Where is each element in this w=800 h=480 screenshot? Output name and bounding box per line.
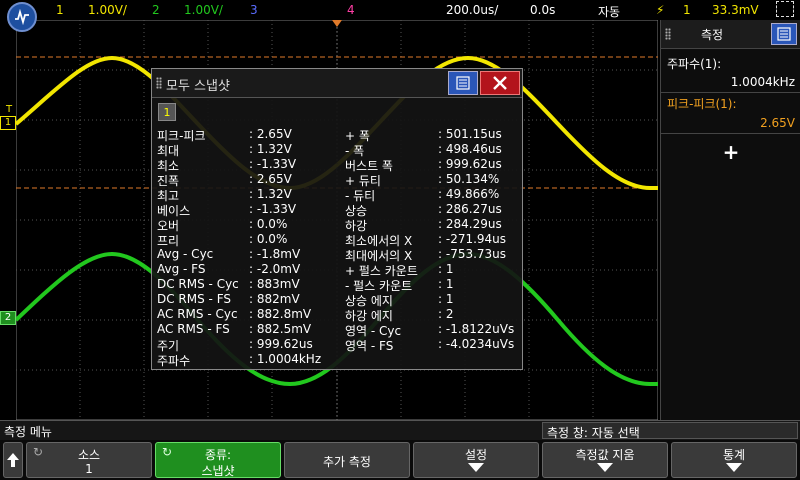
measurement-value: : -271.94us [438,232,507,246]
measurement-value: : 999.62us [249,337,313,351]
add-measurement-button[interactable]: + [719,140,743,164]
trigger-icon: ⚡ [656,3,665,17]
panel-title: 측정 [701,28,724,42]
measurement-value: : 883mV [249,277,300,291]
trigger-level-marker[interactable]: T [6,104,16,116]
measurement-name: DC RMS - Cyc [157,277,239,291]
measurement-value: : 1 [438,262,454,276]
measurement-value: : 1.32V [249,187,292,201]
ch2-ground-marker[interactable]: 2 [0,311,16,325]
measurement-value: : 501.15us [438,127,502,141]
trigger-level[interactable]: 33.3mV [712,3,759,17]
measurement-value: : -1.8mV [249,247,301,261]
measurements-left-column: 피크-피크: 2.65V 최대: 1.32V 최소: -1.33V 진폭: 2.65V… [157,127,347,368]
timebase[interactable]: 200.0us/ [446,3,498,17]
dialog-title: 모두 스냅샷 [166,79,230,94]
measurement-value: : 50.134% [438,172,500,186]
measurement-value: : 2.65V [249,127,292,141]
measurement-value: : 2.65V [249,172,292,186]
measurement-value: : 49.866% [438,187,500,201]
delay[interactable]: 0.0s [530,3,555,17]
measurement-value: : 1.0004kHz [249,352,322,366]
ch1-number[interactable]: 1 [56,3,64,17]
measurement-value: : 0.0% [249,217,288,231]
measurement-value: : 284.29us [438,217,502,231]
measurement-value: : 286.27us [438,202,502,216]
statistics-softkey[interactable]: 통계 [671,442,797,478]
measurement-value: : 882.5mV [249,322,312,336]
menu-bar: 측정 메뉴 측정 창: 자동 선택 [0,420,800,441]
ch3-number[interactable]: 3 [250,3,258,17]
measurement-panel: 측정 주파수(1): 1.0004kHz 피크-피크(1): 2.65V + [660,20,800,420]
trigger-mode[interactable]: 자동 [598,3,620,20]
drag-handle-icon[interactable] [156,77,162,89]
measurement-value: : 882mV [249,292,300,306]
add-measurement-softkey[interactable]: 추가 측정 [284,442,410,478]
dialog-menu-button[interactable] [448,71,478,95]
source-softkey[interactable]: ↻ 소스 1 [26,442,152,478]
menu-title: 측정 메뉴 [4,425,52,439]
screen-select-icon[interactable] [776,1,794,17]
clear-measurements-softkey[interactable]: 측정값 지움 [542,442,668,478]
measurement-name: 영역 - FS [345,339,394,353]
submenu-arrow-icon [597,463,613,472]
waveform-icon [15,9,29,25]
panel-menu-button[interactable] [771,23,797,45]
measurement-value: : -1.8122uVs [438,322,515,336]
snapshot-dialog: 모두 스냅샷 1 피크-피크: 2.65V 최대: 1.32V 최소: -1.33V… [151,68,523,370]
main-menu-button[interactable] [7,2,37,32]
measurement-name: DC RMS - FS [157,292,232,306]
measurement-name: Avg - FS [157,262,206,276]
status-bar: 1 1.00V/ 2 1.00V/ 3 4 200.0us/ 0.0s 자동 ⚡… [0,0,800,20]
measurement-value: : -4.0234uVs [438,337,515,351]
ch2-scale[interactable]: 1.00V/ [184,3,223,17]
measurement-value: : -1.33V [249,157,297,171]
measurement-name: AC RMS - Cyc [157,307,238,321]
measurement-value: : 2 [438,307,454,321]
trigger-source[interactable]: 1 [683,3,691,17]
type-softkey[interactable]: ↻ 종류: 스냅샷 [155,442,281,478]
channel-badge[interactable]: 1 [158,103,176,121]
drag-handle-icon[interactable] [665,28,671,40]
measurement-2-value: 2.65V [760,116,795,130]
panel-header: 측정 [661,20,800,49]
measurement-value: : 498.46us [438,142,502,156]
ch4-number[interactable]: 4 [347,3,355,17]
measurement-1-value: 1.0004kHz [730,75,795,89]
measurement-2-label[interactable]: 피크-피크(1): [667,95,737,112]
up-arrow-icon [7,453,19,467]
back-button[interactable] [3,442,23,478]
measurement-value: : 882.8mV [249,307,312,321]
submenu-arrow-icon [726,463,742,472]
settings-softkey[interactable]: 설정 [413,442,539,478]
measurement-name: 주파수 [157,354,191,368]
ch2-number[interactable]: 2 [152,3,160,17]
measurement-value: : 1 [438,292,454,306]
measurement-window-status[interactable]: 측정 창: 자동 선택 [542,422,798,440]
list-icon [456,76,470,90]
close-icon [493,76,507,90]
ch1-scale[interactable]: 1.00V/ [88,3,127,17]
measurement-value: : 999.62us [438,157,502,171]
measurement-name: AC RMS - FS [157,322,230,336]
submenu-arrow-icon [468,463,484,472]
measurement-value: : -1.33V [249,202,297,216]
measurement-value: : -753.73us [438,247,507,261]
measurement-value: : -2.0mV [249,262,301,276]
measurement-value: : 0.0% [249,232,288,246]
measurement-name: Avg - Cyc [157,247,214,261]
measurement-value: : 1.32V [249,142,292,156]
list-icon [777,27,791,41]
measurement-1-label[interactable]: 주파수(1): [667,55,721,72]
measurement-value: : 1 [438,277,454,291]
measurements-right-column: + 폭: 501.15us - 폭: 498.46us 버스트 폭: 999.62u… [345,127,520,367]
dialog-close-button[interactable] [480,71,520,95]
ch1-ground-marker[interactable]: 1 [0,116,16,130]
